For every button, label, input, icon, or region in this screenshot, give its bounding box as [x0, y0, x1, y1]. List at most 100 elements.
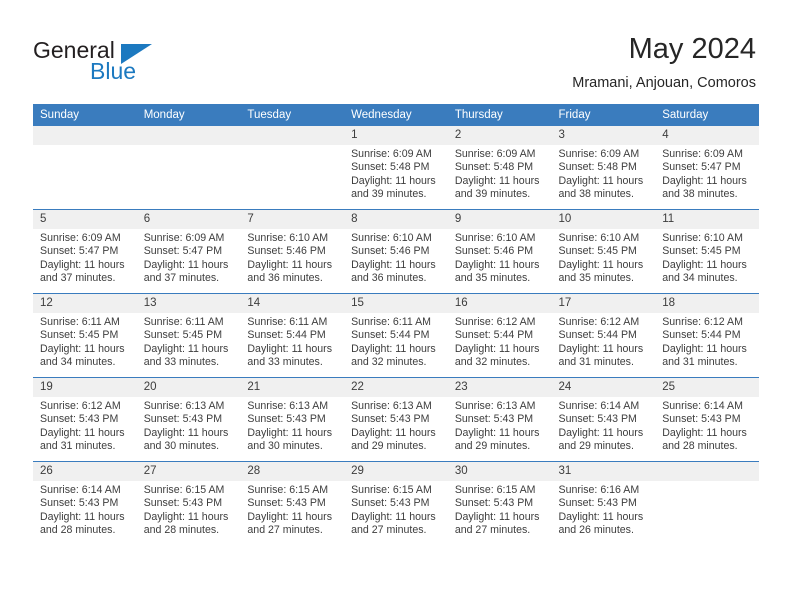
day-number: 3	[551, 126, 656, 145]
logo-text-blue: Blue	[90, 58, 137, 84]
day-details: Sunrise: 6:15 AM Sunset: 5:43 PM Daylight:…	[137, 481, 241, 538]
day-number: 9	[447, 210, 552, 229]
calendar-day-cell-empty	[240, 126, 345, 210]
calendar-day-cell[interactable]: 1 Sunrise: 6:09 AM Sunset: 5:48 PM Daylight…	[344, 126, 448, 210]
calendar-day-cell[interactable]: 7 Sunrise: 6:10 AM Sunset: 5:46 PM Daylight…	[240, 209, 345, 294]
day-number: 13	[136, 294, 241, 313]
day-daylight-line2: and 38 minutes.	[662, 188, 738, 201]
day-daylight-line1: Daylight: 11 hours	[351, 510, 436, 523]
day-sunrise: Sunrise: 6:14 AM	[40, 484, 121, 496]
day-daylight-line2: and 31 minutes.	[40, 440, 116, 453]
day-sunset: Sunset: 5:45 PM	[558, 245, 637, 258]
day-number: 11	[655, 210, 759, 229]
day-sunrise: Sunrise: 6:09 AM	[40, 232, 121, 244]
day-sunrise: Sunrise: 6:09 AM	[558, 148, 640, 160]
day-sunrise: Sunrise: 6:14 AM	[558, 400, 640, 412]
day-daylight-line1: Daylight: 11 hours	[143, 342, 229, 355]
calendar-day-cell[interactable]: 26 Sunrise: 6:14 AM Sunset: 5:43 PM Dayligh…	[33, 461, 137, 545]
day-daylight-line2: and 29 minutes.	[454, 440, 531, 453]
calendar-day-cell[interactable]: 16 Sunrise: 6:12 AM Sunset: 5:44 PM Dayligh…	[447, 293, 552, 378]
calendar-day-cell[interactable]: 9 Sunrise: 6:10 AM Sunset: 5:46 PM Daylight…	[447, 209, 552, 294]
calendar-day-cell[interactable]: 18 Sunrise: 6:12 AM Sunset: 5:44 PM Dayligh…	[655, 293, 759, 378]
day-sunset: Sunset: 5:43 PM	[40, 497, 119, 510]
day-details: Sunrise: 6:13 AM Sunset: 5:43 PM Daylight:…	[344, 397, 448, 454]
day-details: Sunrise: 6:10 AM Sunset: 5:46 PM Daylight:…	[344, 229, 448, 286]
calendar-day-cell[interactable]: 6 Sunrise: 6:09 AM Sunset: 5:47 PM Daylight…	[136, 209, 241, 294]
day-daylight-line1: Daylight: 11 hours	[454, 258, 540, 271]
calendar-day-cell[interactable]: 11 Sunrise: 6:10 AM Sunset: 5:45 PM Dayligh…	[655, 209, 759, 294]
day-sunset: Sunset: 5:44 PM	[247, 329, 326, 342]
calendar-day-cell[interactable]: 28 Sunrise: 6:15 AM Sunset: 5:43 PM Dayligh…	[240, 461, 345, 545]
day-daylight-line1: Daylight: 11 hours	[558, 510, 644, 523]
day-number	[240, 126, 345, 145]
page-subtitle-location: Mramani, Anjouan, Comoros	[572, 75, 756, 91]
calendar-day-cell[interactable]: 22 Sunrise: 6:13 AM Sunset: 5:43 PM Dayligh…	[344, 377, 448, 462]
day-daylight-line1: Daylight: 11 hours	[143, 426, 229, 439]
calendar-day-cell[interactable]: 25 Sunrise: 6:14 AM Sunset: 5:43 PM Dayligh…	[655, 377, 759, 462]
calendar-day-cell[interactable]: 27 Sunrise: 6:15 AM Sunset: 5:43 PM Dayligh…	[136, 461, 241, 545]
calendar-day-cell[interactable]: 20 Sunrise: 6:13 AM Sunset: 5:43 PM Dayligh…	[136, 377, 241, 462]
calendar-day-cell[interactable]: 14 Sunrise: 6:11 AM Sunset: 5:44 PM Dayligh…	[240, 293, 345, 378]
calendar-header-row: Sunday Monday Tuesday Wednesday Thursday Frid…	[33, 104, 759, 126]
day-sunset: Sunset: 5:46 PM	[351, 245, 430, 258]
calendar-day-cell[interactable]: 13 Sunrise: 6:11 AM Sunset: 5:45 PM Dayligh…	[136, 293, 241, 378]
day-sunset: Sunset: 5:47 PM	[143, 245, 223, 258]
day-number: 7	[240, 210, 345, 229]
day-sunset: Sunset: 5:43 PM	[247, 497, 326, 510]
day-sunset: Sunset: 5:43 PM	[247, 413, 326, 426]
day-number: 15	[344, 294, 448, 313]
day-sunset: Sunset: 5:43 PM	[351, 497, 430, 510]
page-header: General Blue May 2024 Mramani, Anjouan, …	[0, 0, 792, 104]
calendar-day-cell[interactable]: 8 Sunrise: 6:10 AM Sunset: 5:46 PM Daylight…	[344, 209, 448, 294]
calendar-day-cell[interactable]: 21 Sunrise: 6:13 AM Sunset: 5:43 PM Dayligh…	[240, 377, 345, 462]
calendar-day-cell[interactable]: 17 Sunrise: 6:12 AM Sunset: 5:44 PM Dayligh…	[551, 293, 656, 378]
calendar-day-cell[interactable]: 19 Sunrise: 6:12 AM Sunset: 5:43 PM Dayligh…	[33, 377, 137, 462]
day-number	[136, 126, 241, 145]
day-sunrise: Sunrise: 6:10 AM	[454, 232, 536, 244]
day-daylight-line1: Daylight: 11 hours	[662, 426, 747, 439]
day-sunset: Sunset: 5:46 PM	[247, 245, 326, 258]
day-daylight-line2: and 33 minutes.	[143, 356, 220, 369]
calendar-day-cell[interactable]: 12 Sunrise: 6:11 AM Sunset: 5:45 PM Dayligh…	[33, 293, 137, 378]
day-details: Sunrise: 6:12 AM Sunset: 5:44 PM Daylight:…	[448, 313, 552, 370]
calendar-day-cell[interactable]: 23 Sunrise: 6:13 AM Sunset: 5:43 PM Dayligh…	[447, 377, 552, 462]
calendar-day-cell[interactable]: 5 Sunrise: 6:09 AM Sunset: 5:47 PM Daylight…	[33, 209, 137, 294]
day-details: Sunrise: 6:13 AM Sunset: 5:43 PM Daylight:…	[240, 397, 344, 454]
day-details: Sunrise: 6:16 AM Sunset: 5:43 PM Daylight:…	[552, 481, 656, 538]
calendar-day-cell[interactable]: 15 Sunrise: 6:11 AM Sunset: 5:44 PM Dayligh…	[344, 293, 448, 378]
day-details: Sunrise: 6:11 AM Sunset: 5:45 PM Daylight:…	[137, 313, 241, 370]
day-sunrise: Sunrise: 6:15 AM	[351, 484, 432, 496]
day-sunset: Sunset: 5:45 PM	[662, 245, 741, 258]
calendar-week-row: 1 Sunrise: 6:09 AM Sunset: 5:48 PM Daylight…	[33, 126, 759, 210]
day-daylight-line2: and 28 minutes.	[40, 524, 116, 537]
calendar-day-cell[interactable]: 3 Sunrise: 6:09 AM Sunset: 5:48 PM Daylight…	[551, 126, 656, 210]
calendar-day-cell[interactable]: 24 Sunrise: 6:14 AM Sunset: 5:43 PM Dayligh…	[551, 377, 656, 462]
day-daylight-line2: and 28 minutes.	[143, 524, 220, 537]
day-daylight-line1: Daylight: 11 hours	[247, 258, 333, 271]
day-daylight-line2: and 33 minutes.	[247, 356, 323, 369]
calendar-day-cell[interactable]: 30 Sunrise: 6:15 AM Sunset: 5:43 PM Dayligh…	[447, 461, 552, 545]
day-details: Sunrise: 6:10 AM Sunset: 5:45 PM Daylight:…	[552, 229, 656, 286]
weekday-header-sunday: Sunday	[33, 104, 137, 126]
day-daylight-line2: and 27 minutes.	[351, 524, 427, 537]
calendar-day-cell[interactable]: 4 Sunrise: 6:09 AM Sunset: 5:47 PM Daylight…	[655, 126, 759, 210]
calendar-day-cell[interactable]: 29 Sunrise: 6:15 AM Sunset: 5:43 PM Dayligh…	[344, 461, 448, 545]
day-sunset: Sunset: 5:43 PM	[558, 497, 637, 510]
calendar-day-cell[interactable]: 31 Sunrise: 6:16 AM Sunset: 5:43 PM Dayligh…	[551, 461, 656, 545]
calendar-day-cell[interactable]: 10 Sunrise: 6:10 AM Sunset: 5:45 PM Dayligh…	[551, 209, 656, 294]
day-daylight-line1: Daylight: 11 hours	[454, 342, 540, 355]
calendar-week-row: 5 Sunrise: 6:09 AM Sunset: 5:47 PM Daylight…	[33, 209, 759, 294]
calendar-day-cell[interactable]: 2 Sunrise: 6:09 AM Sunset: 5:48 PM Daylight…	[447, 126, 552, 210]
day-daylight-line1: Daylight: 11 hours	[558, 258, 644, 271]
day-daylight-line2: and 27 minutes.	[247, 524, 323, 537]
day-daylight-line1: Daylight: 11 hours	[40, 342, 125, 355]
day-details: Sunrise: 6:15 AM Sunset: 5:43 PM Daylight:…	[448, 481, 552, 538]
day-sunrise: Sunrise: 6:12 AM	[454, 316, 536, 328]
day-daylight-line2: and 39 minutes.	[454, 188, 531, 201]
day-sunrise: Sunrise: 6:15 AM	[143, 484, 225, 496]
day-details: Sunrise: 6:15 AM Sunset: 5:43 PM Daylight:…	[240, 481, 344, 538]
day-sunrise: Sunrise: 6:13 AM	[247, 400, 329, 412]
day-number: 28	[240, 462, 345, 481]
day-details: Sunrise: 6:12 AM Sunset: 5:43 PM Daylight:…	[33, 397, 137, 454]
generalblue-logo[interactable]: General Blue	[33, 37, 168, 84]
